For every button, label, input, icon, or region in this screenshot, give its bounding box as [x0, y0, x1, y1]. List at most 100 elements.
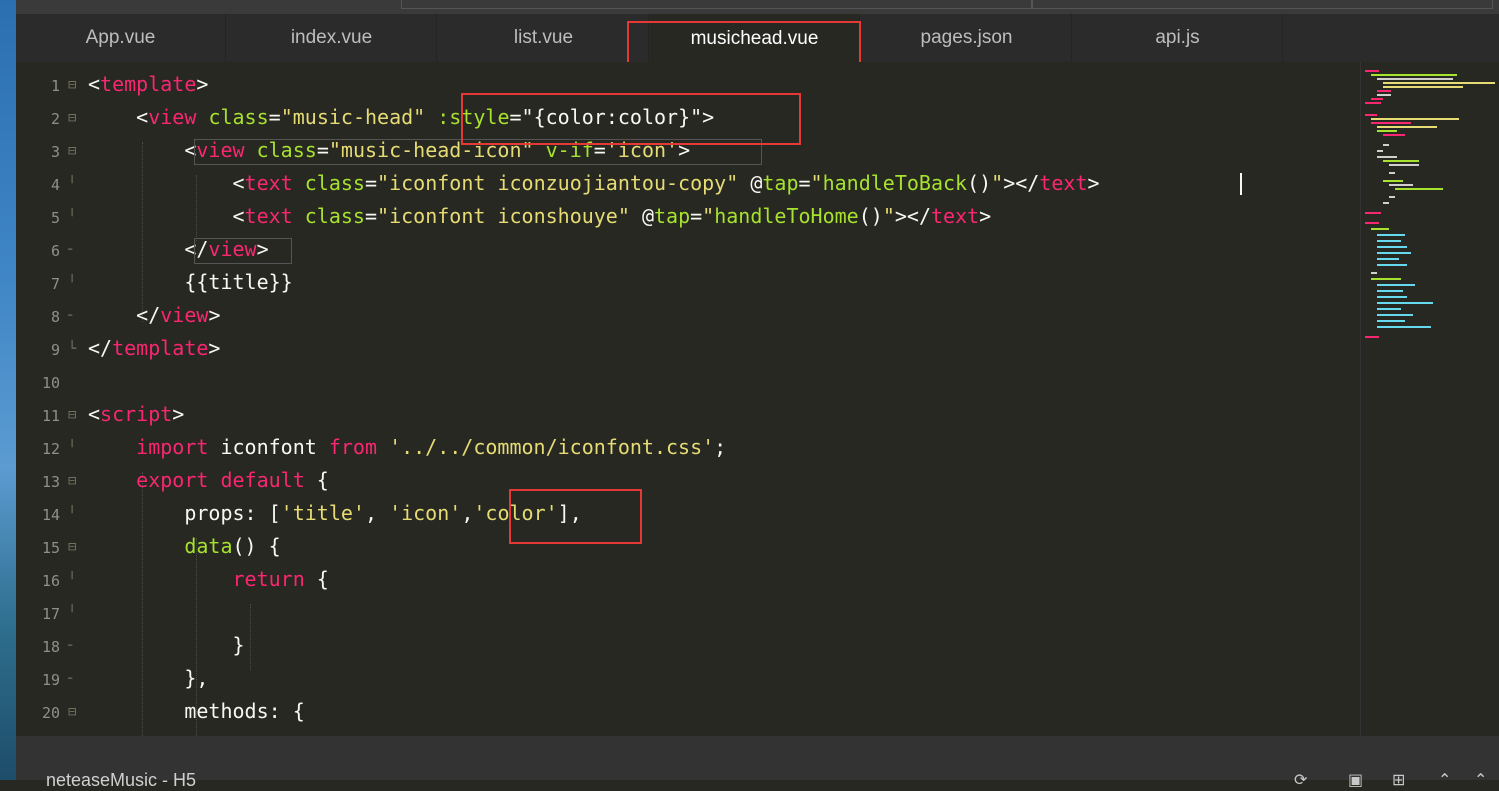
- minimap-line: [1377, 326, 1431, 328]
- minimap-line: [1365, 102, 1381, 104]
- fold-marker-icon: ╵: [68, 440, 77, 456]
- minimap-line: [1377, 94, 1391, 96]
- minimap-line: [1377, 234, 1405, 236]
- minimap-line: [1389, 184, 1413, 186]
- line-number: 17: [41, 605, 60, 623]
- minimap-line: [1383, 134, 1405, 136]
- code-line: <text class="iconfont iconshouye" @tap="…: [232, 204, 992, 228]
- fold-marker-icon: ╴: [68, 638, 77, 654]
- collapse-icon[interactable]: ⊟: [68, 77, 76, 93]
- fold-marker-icon: ╵: [68, 605, 77, 621]
- minimap-line: [1377, 314, 1413, 316]
- code-line: return {: [232, 567, 329, 591]
- line-number: 6: [50, 242, 60, 260]
- minimap-line: [1383, 82, 1495, 84]
- line-number: 3: [50, 143, 60, 161]
- collapse-icon[interactable]: ⊟: [68, 143, 76, 159]
- highlight-box-color-prop: [509, 489, 642, 544]
- title-bar-segment: [1031, 0, 1493, 9]
- line-number: 9: [50, 341, 60, 359]
- tab-api-js[interactable]: api.js: [1073, 14, 1283, 62]
- minimap-line: [1389, 172, 1395, 174]
- code-line: },: [184, 666, 209, 690]
- collapse-icon[interactable]: ⊟: [68, 704, 76, 720]
- tab-pages-json[interactable]: pages.json: [862, 14, 1072, 62]
- collapse-icon[interactable]: ⊟: [68, 110, 76, 126]
- minimap-line: [1371, 278, 1401, 280]
- collapse-icon[interactable]: ⊟: [68, 539, 76, 555]
- line-number: 16: [41, 572, 60, 590]
- code-line: <text class="iconfont iconzuojiantou-cop…: [232, 171, 1100, 195]
- minimap[interactable]: [1360, 62, 1499, 736]
- line-number: 8: [50, 308, 60, 326]
- minimap-line: [1377, 296, 1407, 298]
- line-number: 11: [41, 407, 60, 425]
- minimap-line: [1383, 160, 1419, 162]
- minimap-line: [1377, 308, 1401, 310]
- fold-marker-icon: ╵: [68, 275, 77, 291]
- fold-marker-icon: ╵: [68, 209, 77, 225]
- line-number: 4: [50, 176, 60, 194]
- minimap-line: [1377, 240, 1401, 242]
- title-bar: [16, 0, 1499, 14]
- minimap-line: [1389, 196, 1395, 198]
- indent-guide: [142, 142, 143, 322]
- minimap-line: [1377, 90, 1391, 92]
- fold-marker-icon: └: [68, 341, 77, 357]
- fold-marker-icon: ╴: [68, 671, 77, 687]
- minimap-line: [1377, 150, 1383, 152]
- code-line: }: [232, 633, 245, 657]
- fold-marker-icon: ╵: [68, 572, 77, 588]
- title-bar-segment: [401, 0, 1033, 9]
- minimap-line: [1377, 252, 1411, 254]
- code-line: import iconfont from '../../common/iconf…: [136, 435, 727, 459]
- minimap-line: [1371, 228, 1389, 230]
- tab-label: App.vue: [85, 27, 156, 48]
- tab-list-vue[interactable]: list.vue: [439, 14, 649, 62]
- text-cursor: [1240, 173, 1242, 195]
- minimap-line: [1365, 70, 1379, 72]
- fold-marker-icon: ╵: [68, 176, 77, 192]
- code-editor[interactable]: 1 2 3 4 5 6 7 8 9 10 11 12 13 14 15 16 1…: [16, 62, 1360, 736]
- minimap-line: [1383, 86, 1463, 88]
- minimap-line: [1377, 264, 1407, 266]
- status-bar: neteaseMusic - H5 ⟳ ▣ ⊞ ⌃ ⌃: [16, 736, 1499, 790]
- code-line: </template>: [88, 336, 221, 360]
- collapse-icon[interactable]: ⊟: [68, 473, 76, 489]
- line-number: 13: [41, 473, 60, 491]
- tab-label: index.vue: [290, 27, 373, 48]
- minimap-line: [1395, 188, 1443, 190]
- minimap-line: [1377, 246, 1407, 248]
- fold-marker-icon: ╴: [68, 242, 77, 258]
- minimap-line: [1377, 320, 1405, 322]
- minimap-line: [1371, 98, 1383, 100]
- minimap-line: [1377, 156, 1397, 158]
- tab-label: api.js: [1155, 27, 1200, 48]
- line-number: 1: [50, 77, 60, 95]
- line-number: 20: [41, 704, 60, 722]
- matching-bracket-highlight: [194, 238, 292, 264]
- minimap-line: [1383, 202, 1389, 204]
- line-number: 19: [41, 671, 60, 689]
- minimap-line: [1371, 122, 1411, 124]
- minimap-line: [1371, 272, 1377, 274]
- minimap-line: [1365, 212, 1381, 214]
- minimap-line: [1389, 164, 1419, 166]
- code-line: {{title}}: [184, 270, 293, 294]
- minimap-line: [1371, 74, 1457, 76]
- line-number: 10: [41, 374, 60, 392]
- minimap-line: [1377, 284, 1415, 286]
- line-number: 14: [41, 506, 60, 524]
- fold-marker-icon: ╵: [68, 506, 77, 522]
- minimap-line: [1365, 114, 1377, 116]
- line-number: 18: [41, 638, 60, 656]
- collapse-icon[interactable]: ⊟: [68, 407, 76, 423]
- fold-marker-icon: ╴: [68, 308, 77, 324]
- tab-app-vue[interactable]: App.vue: [16, 14, 226, 62]
- tab-label: list.vue: [513, 27, 574, 48]
- code-line: data() {: [184, 534, 281, 558]
- tab-index-vue[interactable]: index.vue: [227, 14, 437, 62]
- minimap-line: [1383, 144, 1389, 146]
- minimap-line: [1365, 336, 1379, 338]
- line-number: 15: [41, 539, 60, 557]
